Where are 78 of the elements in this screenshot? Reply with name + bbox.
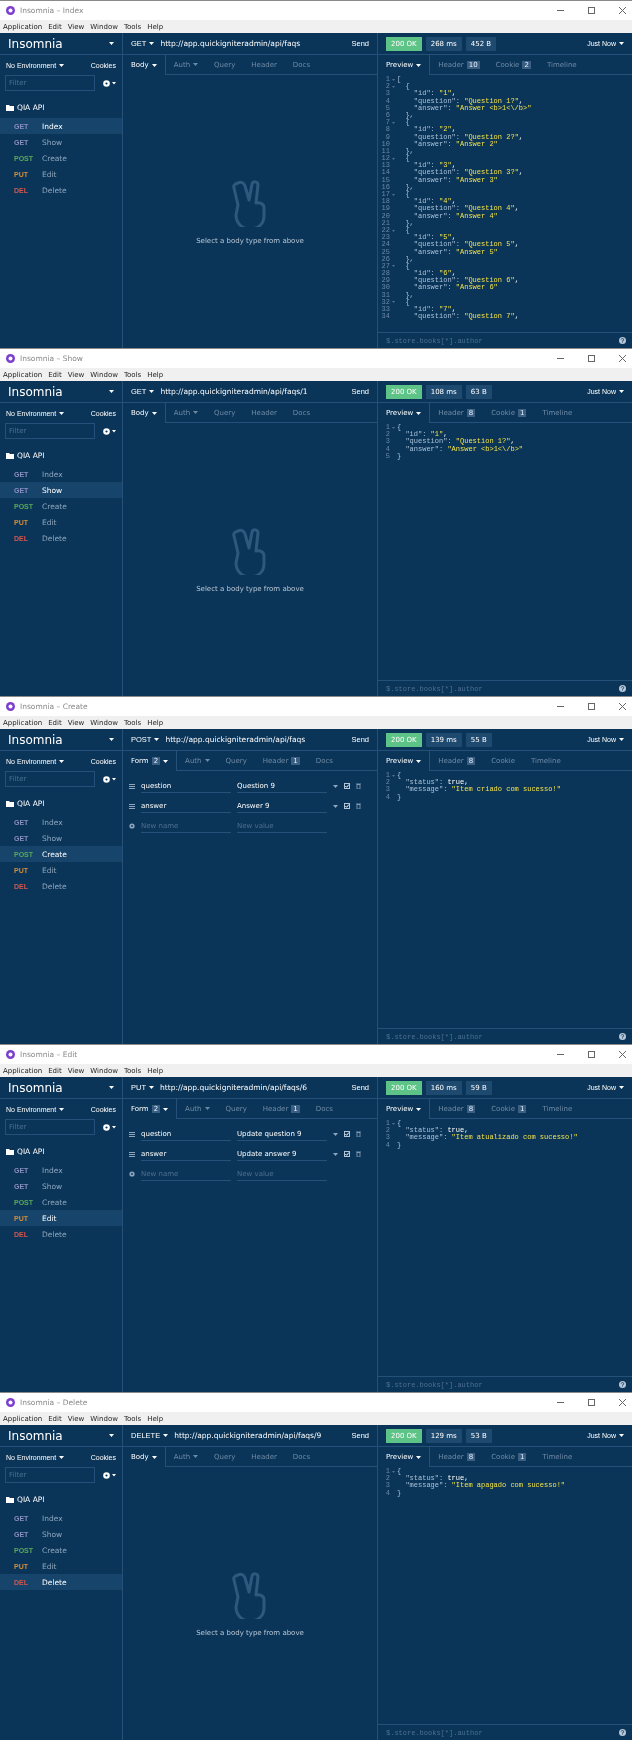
caret-icon: [619, 738, 624, 741]
minimize-icon[interactable]: [557, 355, 564, 362]
caret-icon: [149, 42, 155, 45]
caret-icon: [619, 1434, 624, 1437]
minimize-icon[interactable]: [557, 1399, 564, 1406]
app-logo-icon: [6, 6, 15, 15]
drag-handle-icon[interactable]: [129, 803, 135, 809]
trash-icon[interactable]: [356, 803, 361, 809]
checkbox[interactable]: [344, 783, 350, 789]
caret-icon: [149, 390, 155, 393]
settings-icon[interactable]: [103, 1471, 116, 1479]
settings-icon[interactable]: [103, 775, 116, 783]
maximize-icon[interactable]: [588, 1051, 595, 1058]
settings-icon[interactable]: [103, 79, 116, 87]
folder-icon: [6, 800, 14, 807]
caret-icon: [149, 1086, 154, 1089]
close-icon[interactable]: [619, 703, 626, 710]
app-logo-icon: [6, 1398, 15, 1407]
folder-icon: [6, 104, 14, 111]
caret-icon: [59, 759, 65, 763]
app-logo-icon: [6, 1050, 15, 1059]
caret-icon: [333, 804, 338, 808]
caret-icon: [154, 738, 160, 741]
caret-icon: [109, 390, 114, 393]
caret-icon: [109, 42, 114, 45]
close-icon[interactable]: [619, 1051, 626, 1058]
folder-icon: [6, 452, 14, 459]
app-logo-icon: [6, 702, 15, 711]
caret-icon: [59, 1107, 65, 1111]
folder-icon: [6, 1148, 14, 1155]
drag-handle-icon[interactable]: [129, 783, 135, 789]
folder-icon: [6, 1496, 14, 1503]
gear-icon: [129, 823, 135, 829]
maximize-icon[interactable]: [588, 1399, 595, 1406]
app-brand: Insomnia: [8, 384, 64, 399]
caret-icon: [59, 1455, 65, 1459]
caret-icon: [59, 63, 65, 67]
trash-icon[interactable]: [356, 1151, 361, 1157]
caret-icon: [59, 411, 65, 415]
app-logo-icon: [6, 354, 15, 363]
minimize-icon[interactable]: [557, 703, 564, 710]
app-brand: Insomnia: [8, 36, 64, 51]
help-icon[interactable]: [619, 685, 626, 692]
checkbox[interactable]: [344, 1151, 350, 1157]
checkbox[interactable]: [344, 1131, 350, 1137]
caret-icon: [109, 1086, 114, 1089]
drag-handle-icon[interactable]: [129, 1151, 135, 1157]
maximize-icon[interactable]: [588, 703, 595, 710]
caret-icon: [109, 738, 114, 741]
minimize-icon[interactable]: [557, 1051, 564, 1058]
caret-icon: [333, 784, 338, 788]
settings-icon[interactable]: [103, 1123, 116, 1131]
gear-icon: [129, 1171, 135, 1177]
help-icon[interactable]: [619, 1381, 626, 1388]
caret-icon: [333, 1152, 338, 1156]
app-brand: Insomnia: [8, 1428, 64, 1443]
app-brand: Insomnia: [8, 1080, 64, 1095]
close-icon[interactable]: [619, 355, 626, 362]
maximize-icon[interactable]: [588, 7, 595, 14]
caret-icon: [619, 1086, 624, 1089]
close-icon[interactable]: [619, 1399, 626, 1406]
minimize-icon[interactable]: [557, 7, 564, 14]
caret-icon: [333, 1132, 338, 1136]
drag-handle-icon[interactable]: [129, 1131, 135, 1137]
help-icon[interactable]: [619, 1033, 626, 1040]
caret-icon: [619, 42, 624, 45]
app-brand: Insomnia: [8, 732, 64, 747]
settings-icon[interactable]: [103, 427, 116, 435]
help-icon[interactable]: [619, 337, 626, 344]
checkbox[interactable]: [344, 803, 350, 809]
trash-icon[interactable]: [356, 783, 361, 789]
caret-icon: [109, 1434, 114, 1437]
caret-icon: [163, 1434, 169, 1437]
caret-icon: [619, 390, 624, 393]
trash-icon[interactable]: [356, 1131, 361, 1137]
close-icon[interactable]: [619, 7, 626, 14]
maximize-icon[interactable]: [588, 355, 595, 362]
help-icon[interactable]: [619, 1729, 626, 1736]
